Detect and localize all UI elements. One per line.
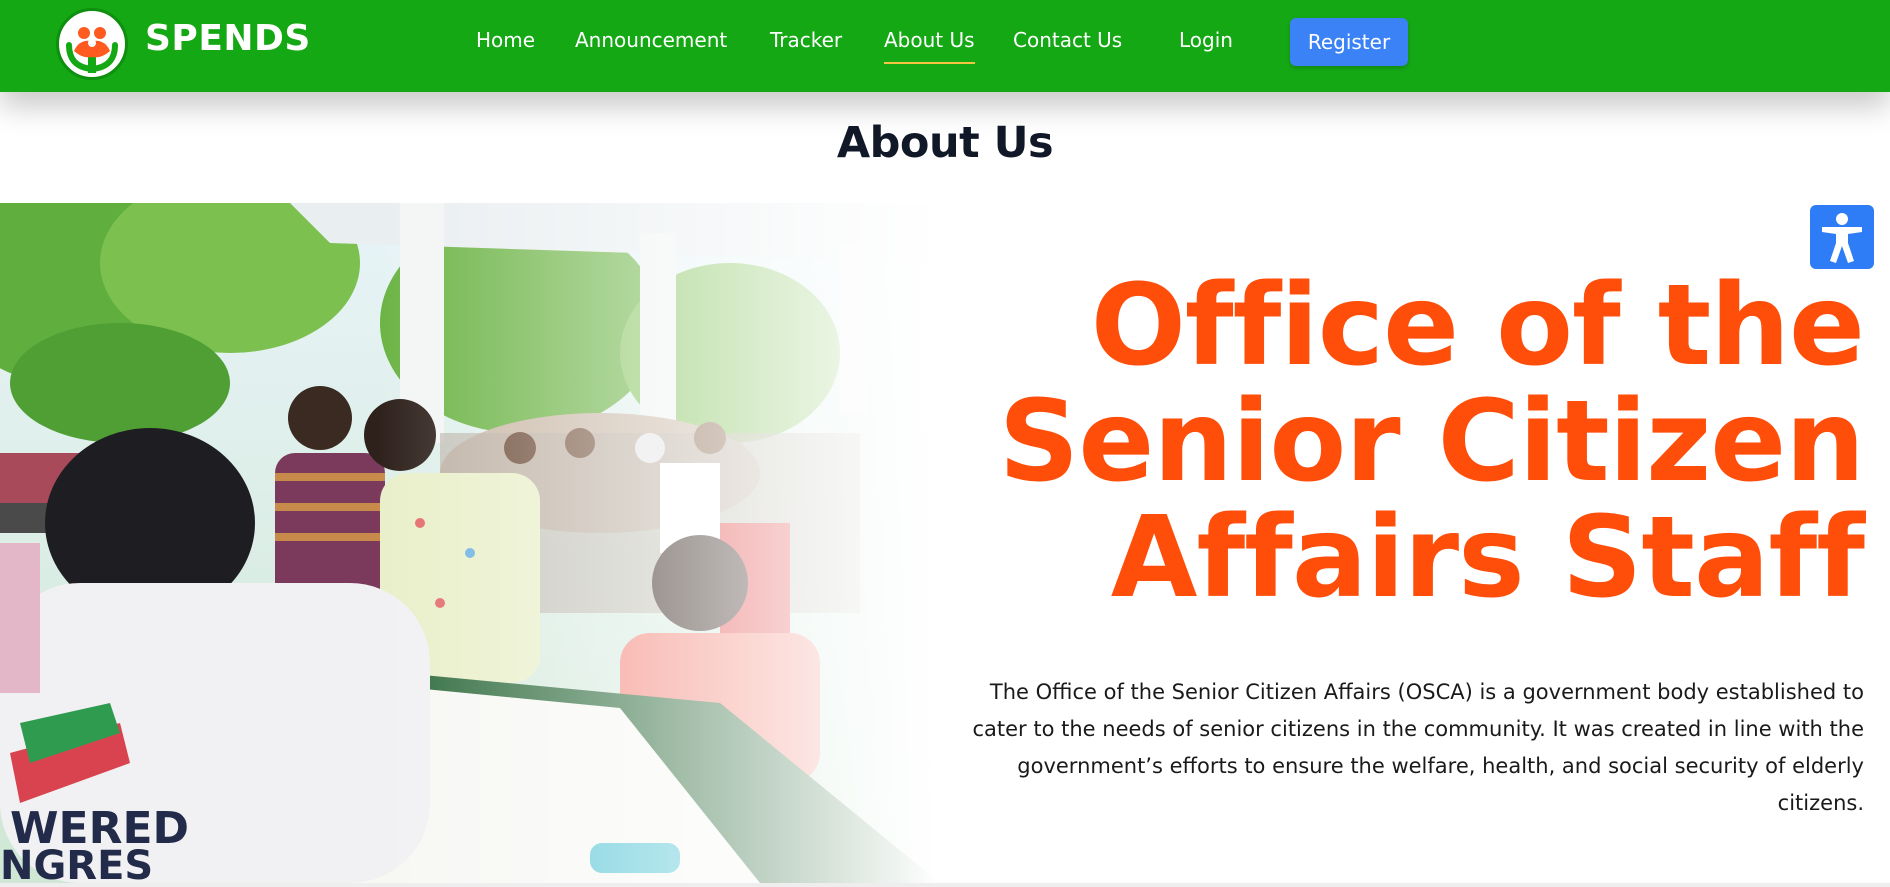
headline: Office of the Senior Citizen Affairs Sta… — [904, 261, 1865, 623]
accessibility-button[interactable] — [1810, 205, 1874, 269]
hero-photo: WERED NGRES — [0, 203, 940, 883]
headline-line-2: Senior Citizen — [998, 377, 1865, 507]
headline-line-3: Affairs Staff — [1110, 493, 1865, 623]
page-bottom-border — [0, 883, 1890, 887]
register-button[interactable]: Register — [1290, 18, 1408, 66]
nav-announcement-link[interactable]: Announcement — [575, 28, 727, 52]
nav-home-link[interactable]: Home — [476, 28, 535, 52]
page-title: About Us — [836, 118, 1054, 168]
brand-name[interactable]: SPENDS — [145, 18, 311, 59]
nav-contact-us-link[interactable]: Contact Us — [1013, 28, 1122, 52]
nav-about-us-link[interactable]: About Us — [884, 28, 975, 64]
about-description: The Office of the Senior Citizen Affairs… — [972, 680, 1864, 815]
headline-line-1: Office of the — [1090, 261, 1865, 391]
hands-holding-family-icon — [66, 27, 118, 73]
accessibility-person-icon — [1822, 213, 1862, 263]
navbar: SPENDS Home Announcement Tracker About U… — [0, 0, 1890, 92]
spends-logo[interactable] — [56, 8, 128, 80]
login-link[interactable]: Login — [1179, 28, 1233, 52]
photo-fade-overlay — [0, 203, 940, 883]
nav-tracker-link[interactable]: Tracker — [770, 28, 842, 52]
